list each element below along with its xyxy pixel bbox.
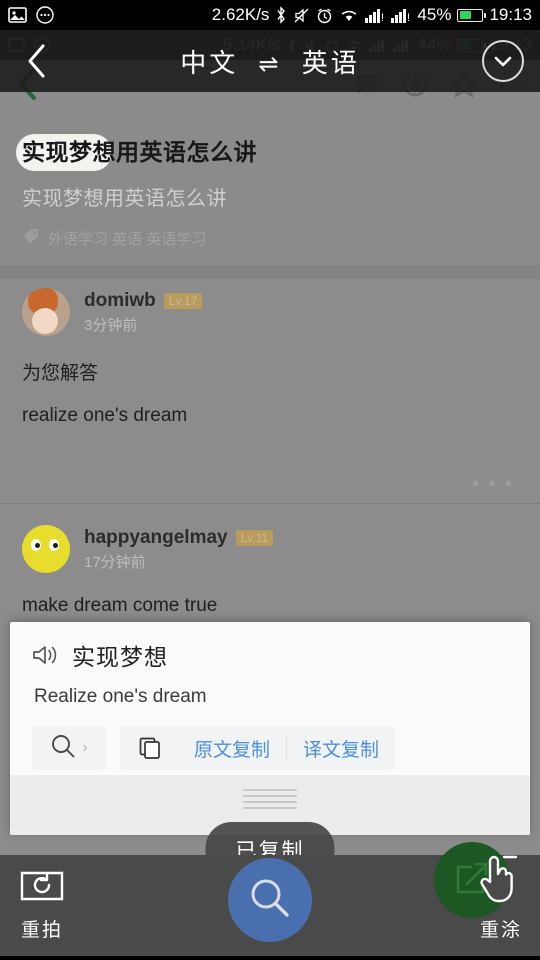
svg-text:!: ! (407, 12, 410, 23)
answer-item-1: domiwb Lv.17 3分钟前 为您解答 realize one's dre… (0, 288, 540, 495)
answer-divider (0, 503, 540, 504)
source-text: 实现梦想 (72, 644, 168, 670)
question-block: 实现梦想用英语怎么讲 实现梦想用英语怎么讲 外语学习 英语 英语学习 (0, 112, 540, 267)
question-title: 实现梦想用英语怎么讲 (22, 139, 257, 165)
level-badge: Lv.11 (235, 529, 274, 546)
translation-card: 实现梦想 Realize one's dream › 原文复制 译文复制 (10, 622, 530, 835)
repaint-label-group[interactable]: 重涂 (480, 915, 522, 942)
clock-time: 19:13 (489, 5, 532, 24)
answer-username[interactable]: domiwb (84, 290, 156, 312)
target-language: 英语 (301, 47, 360, 78)
retake-label: 重拍 (20, 920, 63, 941)
message-dots-icon (36, 6, 54, 24)
answer-username[interactable]: happyangelmay (84, 527, 228, 549)
bluetooth-icon (275, 6, 287, 24)
copy-translation-button[interactable]: 译文复制 (287, 734, 395, 762)
copy-button-group: 原文复制 译文复制 (120, 726, 396, 770)
search-icon (247, 875, 293, 926)
translation-header: 中文 ⇌ 英语 (0, 30, 540, 92)
collapse-button[interactable] (482, 40, 524, 82)
os-status-bar: 2.62K/s ! ! 45% 19:13 (0, 0, 540, 30)
back-button[interactable] (16, 40, 58, 82)
answer-text-line1: make dream come true (22, 595, 218, 616)
wifi-icon (339, 8, 359, 23)
swap-languages-icon[interactable]: ⇌ (258, 51, 281, 78)
question-subtitle: 实现梦想用英语怎么讲 (22, 188, 227, 210)
nav-bar-hint (0, 956, 540, 960)
answer-text-line1: 为您解答 (22, 363, 99, 384)
drag-handle[interactable] (243, 789, 297, 813)
chevron-right-icon: › (82, 739, 88, 756)
language-pair-title[interactable]: 中文 ⇌ 英语 (58, 43, 482, 80)
network-speed: 2.62K/s (211, 5, 270, 24)
camera-retake-icon (20, 865, 64, 907)
search-icon (50, 733, 76, 764)
avatar[interactable] (22, 288, 70, 336)
level-badge: Lv.17 (163, 292, 203, 309)
translated-text: Realize one's dream (34, 686, 207, 707)
avatar[interactable] (22, 525, 70, 573)
repaint-label: 重涂 (479, 920, 522, 941)
answer-more-button[interactable]: • • • (472, 473, 514, 496)
answer-timestamp: 17分钟前 (84, 553, 146, 571)
tag-icon (22, 227, 40, 249)
question-tags[interactable]: 外语学习 英语 英语学习 (22, 227, 518, 249)
alarm-icon (316, 7, 333, 24)
signal-2-icon: ! (391, 8, 411, 23)
search-fab-button[interactable] (228, 858, 312, 942)
mute-icon (293, 7, 310, 24)
source-language: 中文 (180, 47, 239, 78)
copy-source-button[interactable]: 原文复制 (178, 734, 286, 762)
pointing-hand-cursor (478, 852, 518, 904)
answer-text-line2: realize one's dream (22, 405, 188, 426)
answer-item-2: happyangelmay Lv.11 17分钟前 make dream com… (0, 525, 540, 617)
image-icon (8, 7, 27, 23)
question-tags-text: 外语学习 英语 英语学习 (48, 230, 207, 248)
speaker-icon[interactable] (32, 643, 58, 667)
phone-screen: 2.62K/s ! ! 45% 19:13 实现梦想用英语怎么讲 实现梦想用英语… (0, 0, 540, 960)
signal-1-icon: ! (365, 8, 385, 23)
svg-text:!: ! (381, 12, 384, 23)
retake-button[interactable]: 重拍 (20, 865, 64, 942)
battery-percent: 45% (417, 5, 452, 24)
answer-timestamp: 3分钟前 (84, 316, 138, 334)
battery-icon (457, 8, 487, 22)
bottom-action-bar: 重拍 重涂 (0, 842, 540, 960)
section-separator (0, 265, 540, 279)
search-dictionary-button[interactable]: › (32, 726, 106, 770)
copy-icon[interactable] (120, 736, 178, 760)
